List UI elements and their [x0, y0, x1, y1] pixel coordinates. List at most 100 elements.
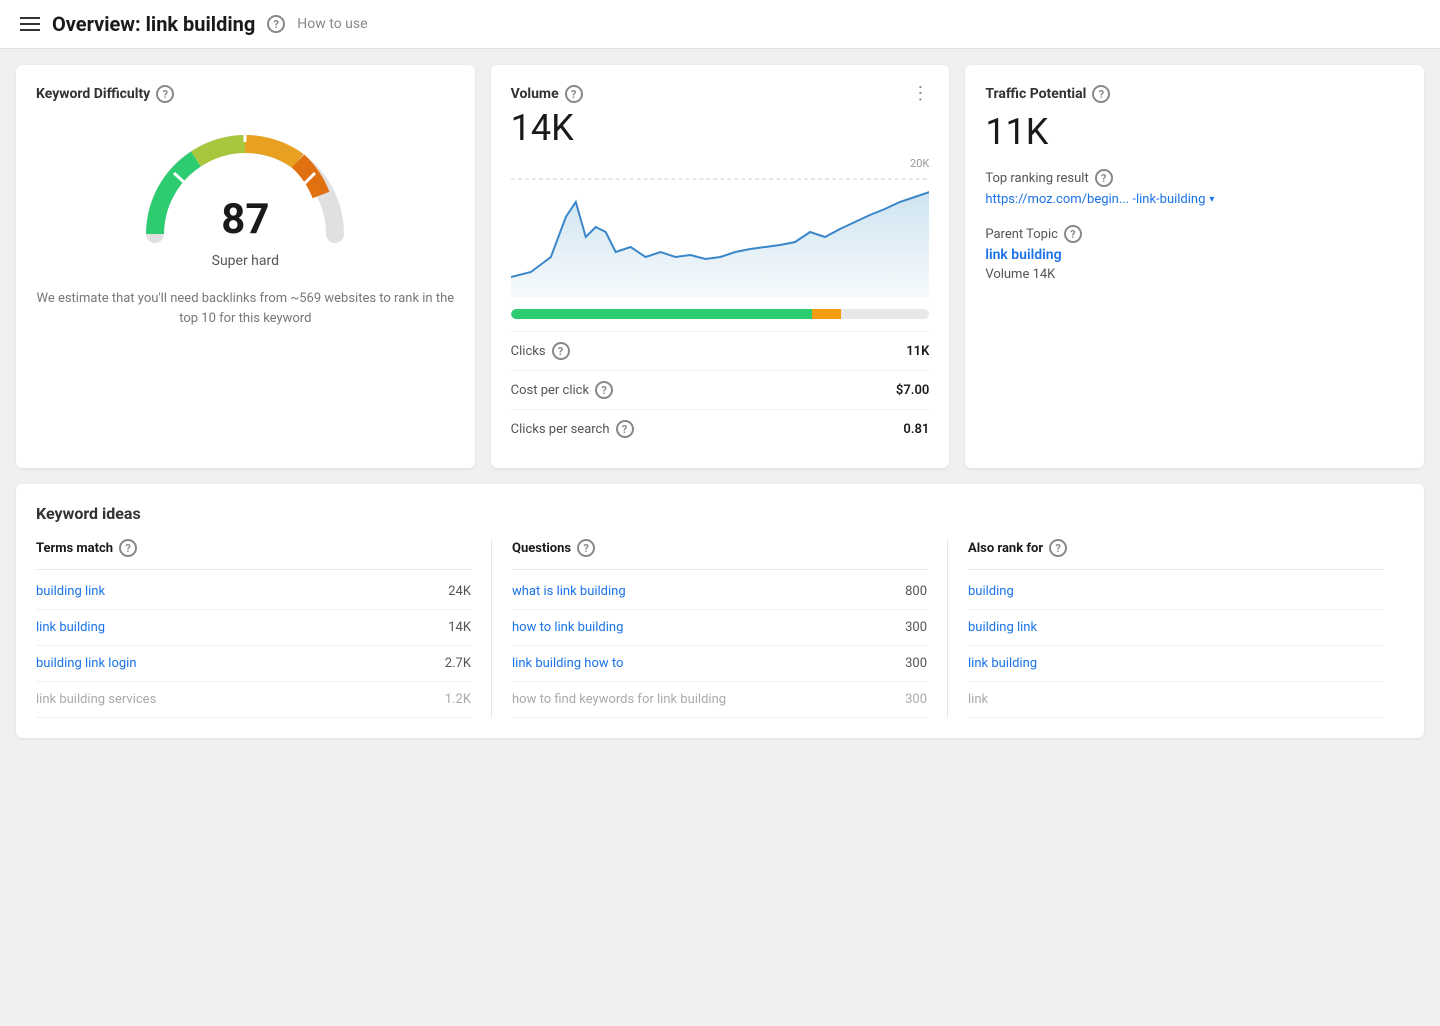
- volume-help-icon[interactable]: ?: [565, 85, 583, 103]
- page-header: Overview: link building ? How to use: [0, 0, 1440, 49]
- top-cards-row: Keyword Difficulty ?: [16, 65, 1424, 468]
- questions-link-3[interactable]: link building how to: [512, 656, 623, 671]
- kd-help-icon[interactable]: ?: [156, 85, 174, 103]
- also-rank-for-header: Also rank for ?: [968, 539, 1384, 570]
- tp-top-ranking-help-icon[interactable]: ?: [1095, 169, 1113, 187]
- tp-top-ranking-text: Top ranking result: [985, 171, 1088, 186]
- tp-parent-topic-text: Parent Topic: [985, 227, 1058, 242]
- keyword-ideas-card: Keyword ideas Terms match ? building lin…: [16, 484, 1424, 738]
- questions-header-text: Questions: [512, 541, 571, 556]
- terms-match-link-1[interactable]: building link: [36, 584, 105, 599]
- also-rank-for-header-text: Also rank for: [968, 541, 1043, 556]
- tp-link-chevron-icon: ▾: [1209, 193, 1214, 207]
- main-content: Keyword Difficulty ?: [0, 49, 1440, 754]
- keyword-difficulty-card: Keyword Difficulty ?: [16, 65, 475, 468]
- questions-header: Questions ?: [512, 539, 927, 570]
- clicks-label-text: Clicks: [511, 344, 546, 359]
- questions-count-4: 300: [905, 692, 927, 707]
- cpc-label-text: Cost per click: [511, 383, 589, 398]
- questions-count-2: 300: [905, 620, 927, 635]
- also-rank-for-column: Also rank for ? building building link l…: [948, 539, 1404, 718]
- tp-top-ranking-link[interactable]: https://moz.com/begin... -link-building …: [985, 191, 1404, 209]
- terms-match-link-4[interactable]: link building services: [36, 692, 156, 707]
- terms-match-column: Terms match ? building link 24K link bui…: [36, 539, 492, 718]
- terms-match-help-icon[interactable]: ?: [119, 539, 137, 557]
- clicks-progress-bar: [511, 309, 930, 319]
- cpc-metric-row: Cost per click ? $7.00: [511, 370, 930, 409]
- list-item: link building how to 300: [512, 646, 927, 682]
- clicks-help-icon[interactable]: ?: [552, 342, 570, 360]
- progress-orange-segment: [812, 309, 841, 319]
- list-item: what is link building 800: [512, 574, 927, 610]
- gauge-container: 87: [135, 119, 355, 249]
- list-item: link building: [968, 646, 1384, 682]
- terms-match-header-text: Terms match: [36, 541, 113, 556]
- list-item: link building 14K: [36, 610, 471, 646]
- tp-parent-topic-link[interactable]: link building: [985, 247, 1404, 263]
- cps-label: Clicks per search ?: [511, 420, 634, 438]
- cpc-help-icon[interactable]: ?: [595, 381, 613, 399]
- list-item: building: [968, 574, 1384, 610]
- questions-link-4[interactable]: how to find keywords for link building: [512, 692, 726, 707]
- cps-metric-row: Clicks per search ? 0.81: [511, 409, 930, 448]
- list-item: building link login 2.7K: [36, 646, 471, 682]
- questions-link-1[interactable]: what is link building: [512, 584, 626, 599]
- cps-label-text: Clicks per search: [511, 422, 610, 437]
- volume-card: Volume ? ⋮ 14K 20K: [491, 65, 950, 468]
- clicks-label: Clicks ?: [511, 342, 570, 360]
- questions-help-icon[interactable]: ?: [577, 539, 595, 557]
- tp-parent-help-icon[interactable]: ?: [1064, 225, 1082, 243]
- kd-title-text: Keyword Difficulty: [36, 86, 150, 102]
- volume-chart: 20K: [511, 157, 930, 297]
- cps-help-icon[interactable]: ?: [616, 420, 634, 438]
- volume-chart-svg: [511, 157, 930, 297]
- also-rank-link-2[interactable]: building link: [968, 620, 1037, 635]
- list-item: link: [968, 682, 1384, 718]
- terms-match-count-4: 1.2K: [445, 692, 471, 707]
- tp-title: Traffic Potential ?: [985, 85, 1404, 103]
- tp-top-ranking-label: Top ranking result ?: [985, 169, 1404, 187]
- page-title: Overview: link building: [52, 12, 255, 36]
- cpc-label: Cost per click ?: [511, 381, 613, 399]
- terms-match-header: Terms match ?: [36, 539, 471, 570]
- tp-title-text: Traffic Potential: [985, 86, 1086, 102]
- tp-parent-volume: Volume 14K: [985, 267, 1404, 282]
- questions-count-3: 300: [905, 656, 927, 671]
- kd-value: 87: [221, 199, 269, 241]
- terms-match-link-3[interactable]: building link login: [36, 656, 137, 671]
- terms-match-count-1: 24K: [448, 584, 471, 599]
- terms-match-count-3: 2.7K: [445, 656, 471, 671]
- clicks-metric-row: Clicks ? 11K: [511, 331, 930, 370]
- also-rank-link-1[interactable]: building: [968, 584, 1014, 599]
- also-rank-for-help-icon[interactable]: ?: [1049, 539, 1067, 557]
- questions-count-1: 800: [905, 584, 927, 599]
- more-options-icon[interactable]: ⋮: [911, 85, 929, 103]
- hamburger-menu[interactable]: [20, 17, 40, 31]
- kd-description: We estimate that you'll need backlinks f…: [36, 289, 455, 328]
- list-item: how to find keywords for link building 3…: [512, 682, 927, 718]
- list-item: building link: [968, 610, 1384, 646]
- list-item: building link 24K: [36, 574, 471, 610]
- terms-match-link-2[interactable]: link building: [36, 620, 105, 635]
- terms-match-count-2: 14K: [448, 620, 471, 635]
- volume-title-text: Volume: [511, 86, 559, 102]
- traffic-potential-card: Traffic Potential ? 11K Top ranking resu…: [965, 65, 1424, 468]
- volume-card-header: Volume ? ⋮: [511, 85, 930, 103]
- how-to-use-link[interactable]: How to use: [297, 16, 367, 32]
- clicks-value: 11K: [906, 344, 929, 359]
- gauge-center: 87: [221, 199, 269, 241]
- volume-title: Volume ?: [511, 85, 583, 103]
- questions-link-2[interactable]: how to link building: [512, 620, 623, 635]
- cps-value: 0.81: [903, 422, 929, 437]
- tp-help-icon[interactable]: ?: [1092, 85, 1110, 103]
- tp-top-ranking-url: https://moz.com/begin... -link-building: [985, 191, 1205, 209]
- title-help-icon[interactable]: ?: [267, 15, 285, 33]
- list-item: link building services 1.2K: [36, 682, 471, 718]
- keyword-ideas-title: Keyword ideas: [36, 504, 1404, 523]
- progress-green-segment: [511, 309, 812, 319]
- cpc-value: $7.00: [896, 383, 929, 398]
- tp-parent-topic-label: Parent Topic ?: [985, 225, 1404, 243]
- also-rank-link-4[interactable]: link: [968, 692, 988, 707]
- also-rank-link-3[interactable]: link building: [968, 656, 1037, 671]
- kd-card-title: Keyword Difficulty ?: [36, 85, 455, 103]
